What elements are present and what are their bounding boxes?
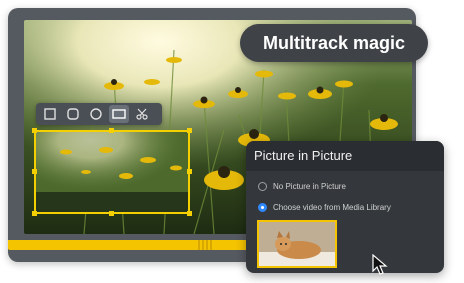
pip-preview-image [36, 132, 188, 212]
shape-toolbar [36, 103, 162, 125]
mouse-cursor-icon [372, 254, 388, 275]
circle-icon [90, 108, 102, 120]
scissors-icon [136, 108, 148, 120]
square-icon [44, 108, 56, 120]
rounded-square-tool-button[interactable] [63, 105, 83, 123]
option-no-pip[interactable]: No Picture in Picture [258, 182, 346, 191]
option-choose-video[interactable]: Choose video from Media Library [258, 203, 391, 212]
panel-title: Picture in Picture [246, 141, 444, 171]
radio-choose-video[interactable] [258, 203, 267, 212]
rectangle-tool-button[interactable] [109, 105, 129, 123]
option-label: Choose video from Media Library [273, 203, 391, 212]
radio-no-pip[interactable] [258, 182, 267, 191]
square-tool-button[interactable] [40, 105, 60, 123]
circle-tool-button[interactable] [86, 105, 106, 123]
media-thumbnail[interactable] [257, 220, 337, 268]
resize-handle-nw[interactable] [32, 128, 37, 133]
pip-panel: Picture in Picture No Picture in Picture… [246, 141, 444, 273]
pip-overlay-region[interactable] [34, 130, 190, 214]
timeline-scrubber[interactable] [198, 240, 212, 250]
resize-handle-n[interactable] [109, 128, 114, 133]
resize-handle-se[interactable] [187, 211, 192, 216]
rounded-square-icon [67, 108, 79, 120]
cut-tool-button[interactable] [132, 105, 152, 123]
resize-handle-s[interactable] [109, 211, 114, 216]
resize-handle-ne[interactable] [187, 128, 192, 133]
resize-handle-sw[interactable] [32, 211, 37, 216]
resize-handle-e[interactable] [187, 169, 192, 174]
rectangle-icon [112, 109, 126, 119]
option-label: No Picture in Picture [273, 182, 346, 191]
feature-badge: Multitrack magic [240, 24, 428, 62]
resize-handle-w[interactable] [32, 169, 37, 174]
cat-image [259, 222, 335, 266]
